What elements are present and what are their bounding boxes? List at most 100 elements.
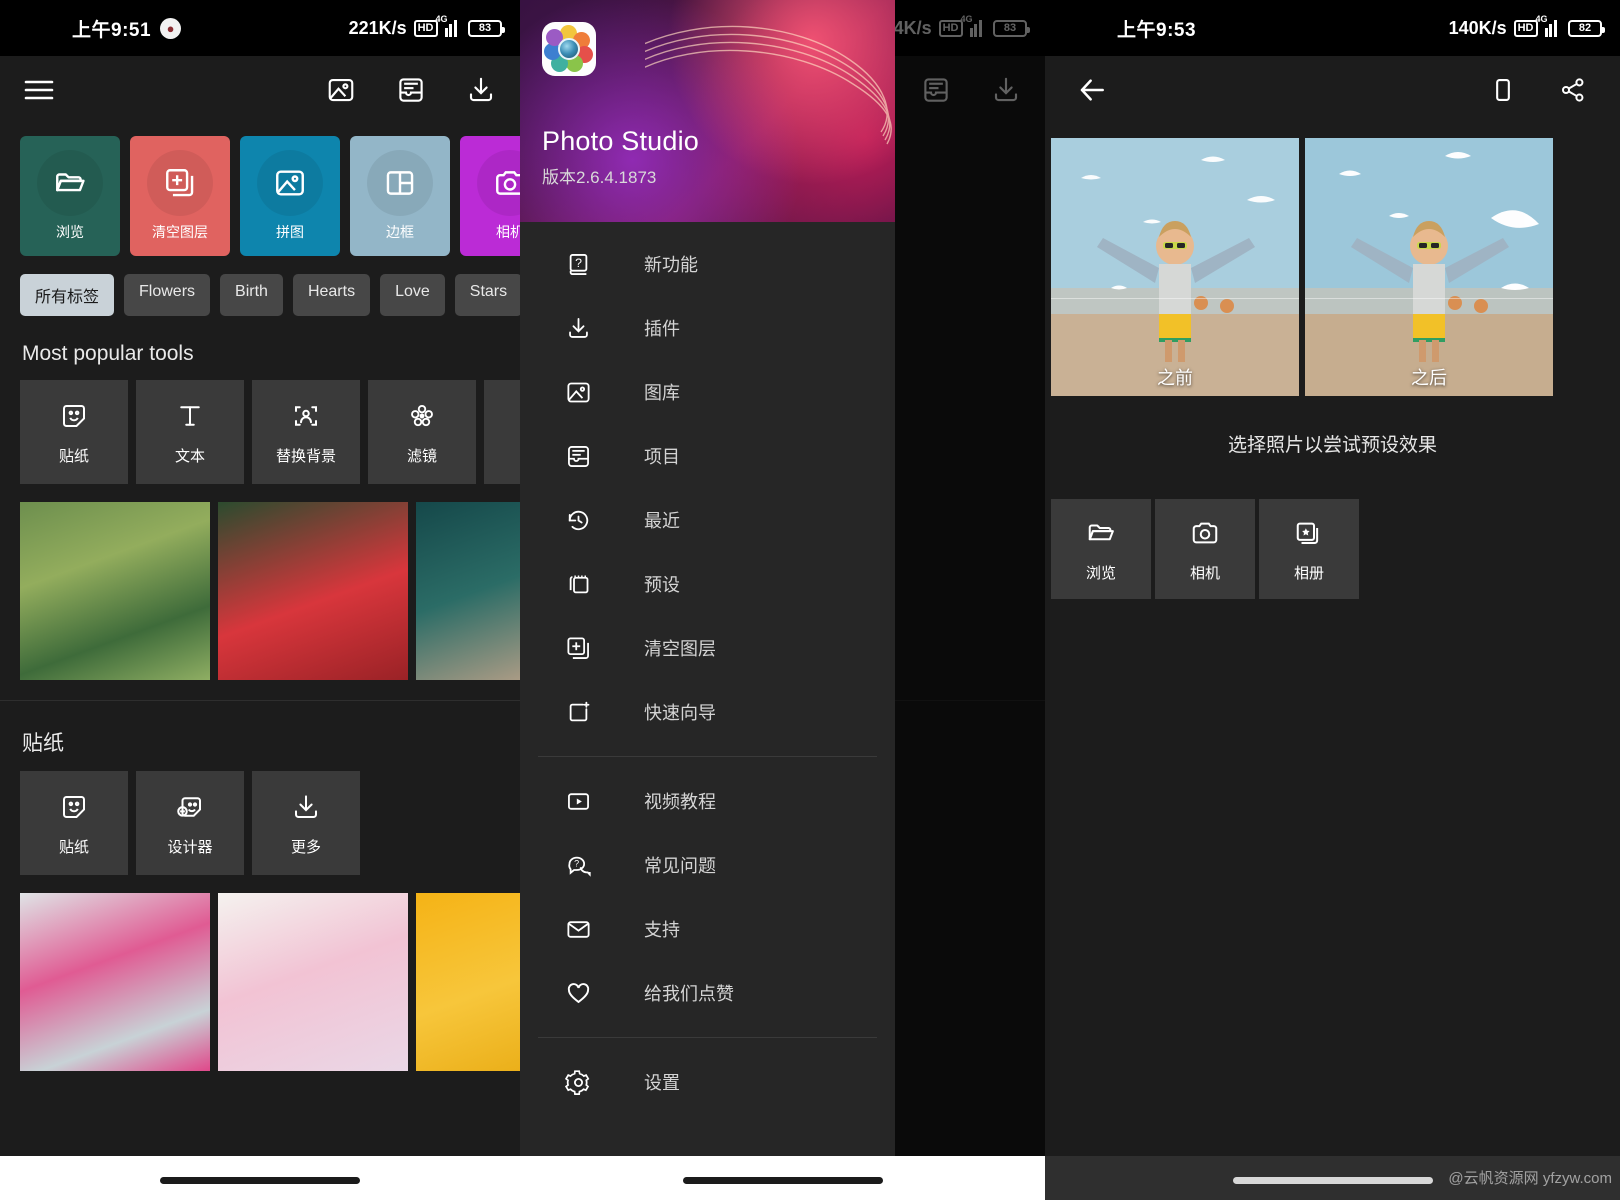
preview-hint: 选择照片以尝试预设效果 bbox=[1045, 396, 1620, 457]
chip-love[interactable]: Love bbox=[380, 274, 445, 316]
album-icon bbox=[1292, 516, 1326, 550]
menu-item-clear-layers[interactable]: 清空图层 bbox=[520, 616, 895, 680]
quick-guide-icon bbox=[562, 696, 594, 728]
download-icon bbox=[289, 790, 323, 824]
camera-icon bbox=[1188, 516, 1222, 550]
screen-home: 上午9:51 ● 221K/s HD 4G 83 bbox=[0, 0, 520, 1200]
frame-icon bbox=[367, 150, 433, 216]
tool-label: 滤镜 bbox=[407, 445, 437, 466]
chip-all-tags[interactable]: 所有标签 bbox=[20, 274, 114, 316]
picker-camera[interactable]: 相机 bbox=[1155, 499, 1255, 599]
status-netspeed: 140K/s bbox=[1449, 18, 1507, 39]
add-layer-icon bbox=[562, 632, 594, 664]
picker-label: 相机 bbox=[1190, 562, 1220, 583]
chip-flowers[interactable]: Flowers bbox=[124, 274, 210, 316]
card-label: 边框 bbox=[386, 222, 414, 242]
menu-item-presets[interactable]: 预设 bbox=[520, 552, 895, 616]
card-label: 浏览 bbox=[56, 222, 84, 242]
battery-icon: 82 bbox=[1568, 20, 1602, 37]
app-logo-icon bbox=[542, 22, 596, 76]
sticker-tools-row: 贴纸 设计器 更多 bbox=[0, 771, 520, 875]
gesture-bar-2[interactable] bbox=[520, 1156, 1045, 1200]
menu-item-whats-new[interactable]: ? 新功能 bbox=[520, 232, 895, 296]
source-picker-row: 浏览 相机 相册 bbox=[1045, 457, 1620, 599]
status-time: 上午9:51 bbox=[72, 15, 151, 42]
camera-icon bbox=[477, 150, 520, 216]
tool-text[interactable]: 文本 bbox=[136, 380, 244, 484]
photo-strip-2 bbox=[0, 875, 520, 1071]
menu-label: 给我们点赞 bbox=[644, 980, 734, 1006]
plugin-download-icon bbox=[562, 312, 594, 344]
menu-label: 常见问题 bbox=[644, 852, 716, 878]
projects-icon bbox=[562, 440, 594, 472]
menu-item-video-tutorial[interactable]: 视频教程 bbox=[520, 769, 895, 833]
menu-item-settings[interactable]: 设置 bbox=[520, 1050, 895, 1114]
card-frames[interactable]: 边框 bbox=[350, 136, 450, 256]
svg-text:?: ? bbox=[575, 255, 582, 269]
card-browse[interactable]: 浏览 bbox=[20, 136, 120, 256]
three-phone-screens: 上午9:51 ● 221K/s HD 4G 83 bbox=[0, 0, 1620, 1200]
compare-icon[interactable] bbox=[1486, 73, 1520, 107]
status-hd-icon: HD bbox=[1514, 20, 1538, 37]
before-after-row: 之前 bbox=[1045, 124, 1620, 396]
tool-filter[interactable]: 滤镜 bbox=[368, 380, 476, 484]
gallery-icon[interactable] bbox=[324, 73, 358, 107]
signal-icon: 4G bbox=[445, 19, 462, 37]
navigation-drawer: Photo Studio 版本2.6.4.1873 ? 新功能 插件 bbox=[520, 0, 895, 1200]
menu-item-support[interactable]: 支持 bbox=[520, 897, 895, 961]
photo-thumb[interactable] bbox=[20, 893, 210, 1071]
card-clear-layers[interactable]: 清空图层 bbox=[130, 136, 230, 256]
designer-icon bbox=[173, 790, 207, 824]
quick-action-cards: 浏览 清空图层 拼图 bbox=[0, 124, 520, 256]
menu-label: 快速向导 bbox=[644, 699, 716, 725]
share-icon[interactable] bbox=[1556, 73, 1590, 107]
photo-strip-1 bbox=[0, 484, 520, 680]
menu-item-quick-guide[interactable]: 快速向导 bbox=[520, 680, 895, 744]
download-icon[interactable] bbox=[464, 73, 498, 107]
preview-divider bbox=[1305, 298, 1553, 299]
preview-before[interactable]: 之前 bbox=[1051, 138, 1299, 396]
tool-replace-background[interactable]: 替换背景 bbox=[252, 380, 360, 484]
picker-album[interactable]: 相册 bbox=[1259, 499, 1359, 599]
tag-filter-row: 所有标签 Flowers Birth Hearts Love Stars Bri… bbox=[0, 256, 520, 316]
hamburger-menu-icon[interactable] bbox=[22, 73, 56, 107]
photo-thumb[interactable] bbox=[416, 893, 520, 1071]
gesture-bar-1[interactable] bbox=[0, 1156, 520, 1200]
tool-designer[interactable]: 设计器 bbox=[136, 771, 244, 875]
tool-more[interactable]: 更多 bbox=[252, 771, 360, 875]
network-type-label: 4G bbox=[1536, 14, 1548, 24]
preview-label-after: 之后 bbox=[1305, 364, 1553, 390]
menu-label: 新功能 bbox=[644, 251, 698, 277]
menu-label: 图库 bbox=[644, 379, 680, 405]
app-top-bar-3 bbox=[1045, 56, 1620, 124]
chip-birth[interactable]: Birth bbox=[220, 274, 283, 316]
picker-browse[interactable]: 浏览 bbox=[1051, 499, 1151, 599]
card-collage[interactable]: 拼图 bbox=[240, 136, 340, 256]
sticker-icon bbox=[57, 399, 91, 433]
faq-icon: ? bbox=[562, 849, 594, 881]
menu-label: 清空图层 bbox=[644, 635, 716, 661]
projects-icon[interactable] bbox=[394, 73, 428, 107]
card-camera[interactable]: 相机 bbox=[460, 136, 520, 256]
chip-stars[interactable]: Stars bbox=[455, 274, 520, 316]
preview-after[interactable]: 之后 bbox=[1305, 138, 1553, 396]
tool-video[interactable]: 视频 bbox=[484, 380, 520, 484]
photo-thumb[interactable] bbox=[20, 502, 210, 680]
photo-thumb[interactable] bbox=[218, 502, 408, 680]
tool-stickers[interactable]: 贴纸 bbox=[20, 380, 128, 484]
chip-hearts[interactable]: Hearts bbox=[293, 274, 370, 316]
photo-thumb[interactable] bbox=[218, 893, 408, 1071]
back-arrow-icon[interactable] bbox=[1075, 73, 1109, 107]
whats-new-icon: ? bbox=[562, 248, 594, 280]
menu-item-recent[interactable]: 最近 bbox=[520, 488, 895, 552]
menu-item-projects[interactable]: 项目 bbox=[520, 424, 895, 488]
home-content: 浏览 清空图层 拼图 bbox=[0, 124, 520, 1071]
menu-item-gallery[interactable]: 图库 bbox=[520, 360, 895, 424]
menu-item-rate-us[interactable]: 给我们点赞 bbox=[520, 961, 895, 1025]
watermark: @云帆资源网 yfzyw.com bbox=[1448, 1167, 1612, 1188]
menu-item-plugins[interactable]: 插件 bbox=[520, 296, 895, 360]
photo-thumb[interactable] bbox=[416, 502, 520, 680]
tool-stickers-2[interactable]: 贴纸 bbox=[20, 771, 128, 875]
network-type-label: 4G bbox=[436, 14, 448, 24]
menu-item-faq[interactable]: ? 常见问题 bbox=[520, 833, 895, 897]
